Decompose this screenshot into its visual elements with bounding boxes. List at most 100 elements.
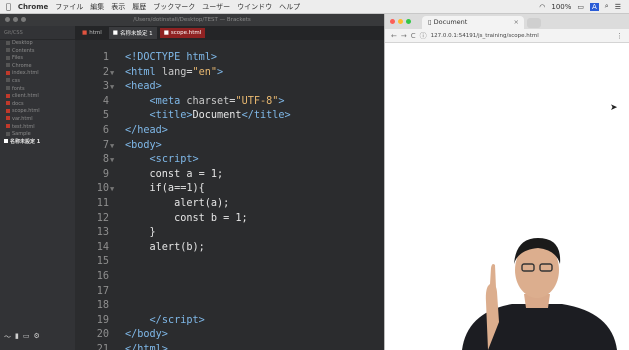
editor-tab[interactable]: ■ html <box>78 28 106 38</box>
editor-tab[interactable]: ■ scope.html <box>159 28 206 38</box>
file-tree-item[interactable]: fonts <box>0 86 75 94</box>
code-line: 13 } <box>75 227 384 239</box>
file-tree-item[interactable]: var.html <box>0 116 75 124</box>
code-text: </html> <box>125 344 168 350</box>
editor-tab-label: 名称未設定 1 <box>119 31 153 37</box>
file-tree-label: docs <box>12 100 24 107</box>
presenter-finger <box>490 264 496 288</box>
file-tree-item[interactable]: 名称未設定 1 <box>0 139 75 147</box>
menu-item-file[interactable]: ファイル <box>55 2 83 12</box>
menu-item-edit[interactable]: 編集 <box>90 2 104 12</box>
file-tree-item[interactable]: client.html <box>0 93 75 101</box>
file-tree-item[interactable]: Chrome <box>0 63 75 71</box>
chart-icon[interactable]: ▮ <box>15 332 19 342</box>
pulse-icon[interactable]: 〜 <box>4 332 11 342</box>
info-icon[interactable]: ⓘ <box>420 31 427 41</box>
browser-tab-title: Document <box>433 18 468 26</box>
presenter-video-overlay <box>462 238 617 350</box>
list-icon[interactable]: ☰ <box>615 3 621 11</box>
mouse-cursor-icon: ➤ <box>610 103 618 113</box>
menu-item-view[interactable]: 表示 <box>111 2 125 12</box>
code-line: 16 <box>75 271 384 283</box>
new-tab-button[interactable] <box>527 18 541 28</box>
browser-window-controls <box>390 19 411 24</box>
search-icon[interactable]: ⌕ <box>605 2 609 11</box>
line-number: 11 <box>96 198 109 209</box>
fold-arrow-icon[interactable]: ▼ <box>110 183 114 195</box>
line-number: 13 <box>96 227 109 239</box>
file-tree-label: test.html <box>12 123 35 130</box>
line-number: 20 <box>96 329 109 341</box>
code-text: <meta charset="UTF-8"> <box>149 95 285 107</box>
file-tree-item[interactable]: css <box>0 78 75 86</box>
file-tree-item[interactable]: Contents <box>0 48 75 56</box>
reload-icon[interactable]: C <box>411 32 416 40</box>
file-icon <box>6 40 10 45</box>
code-line: 11 alert(a); <box>75 198 384 210</box>
forward-icon[interactable]: → <box>401 32 407 40</box>
close-window-button[interactable] <box>5 17 10 22</box>
minimize-window-button[interactable] <box>13 17 18 22</box>
code-line: 7 ▼ <body> <box>75 140 384 152</box>
file-tree-label: Desktop <box>12 40 33 46</box>
line-number: 17 <box>96 285 109 297</box>
line-number: 21 <box>96 344 109 350</box>
fold-arrow-icon[interactable]: ▼ <box>110 81 114 93</box>
file-tree-item[interactable]: Files <box>0 55 75 63</box>
file-tree-item[interactable]: index.html <box>0 70 75 78</box>
line-number: 9 <box>102 168 109 180</box>
file-tree-label: Sample <box>12 131 31 138</box>
close-tab-icon[interactable]: × <box>514 16 519 29</box>
editor-tab-bar: ■ html ■ 名称未設定 1 ■ scope.html <box>75 26 384 40</box>
browser-close-button[interactable] <box>390 19 395 24</box>
code-editor[interactable]: 1 <!DOCTYPE html> 2 ▼ <html lang="en"> 3 ▼ <hea… <box>75 40 384 350</box>
code-text: const a = 1; <box>125 168 224 180</box>
menu-item-help[interactable]: ヘルプ <box>279 2 300 12</box>
code-line: 18 <box>75 300 384 312</box>
menu-item-user[interactable]: ユーザー <box>202 2 230 12</box>
file-type-icon: ■ <box>112 30 118 36</box>
browser-menu-icon[interactable]: ⋮ <box>616 32 623 40</box>
file-tree-item[interactable]: scope.html <box>0 108 75 116</box>
editor-tab[interactable]: ■ 名称未設定 1 <box>108 27 157 39</box>
browser-tab[interactable]: ▯ Document × <box>422 16 524 29</box>
file-tree-item[interactable]: test.html <box>0 124 75 132</box>
menu-app-name[interactable]: Chrome <box>18 3 48 11</box>
file-type-icon: ■ <box>163 30 169 36</box>
input-method-icon[interactable]: A <box>590 2 599 11</box>
browser-tab-strip: ▯ Document × <box>385 14 629 29</box>
code-text: } <box>125 227 156 239</box>
menu-item-bookmarks[interactable]: ブックマーク <box>153 2 195 12</box>
fold-arrow-icon[interactable]: ▼ <box>110 67 114 79</box>
editor-window: /Users/dotinstall/Desktop/TEST — Bracket… <box>0 14 384 350</box>
file-icon <box>6 93 10 98</box>
line-number: 14 <box>96 241 109 253</box>
code-line: 3 ▼ <head> <box>75 81 384 93</box>
browser-maximize-button[interactable] <box>406 19 411 24</box>
address-bar[interactable]: 127.0.0.1:54191/js_training/scope.html <box>431 33 539 39</box>
browser-toolbar: ← → C ⓘ 127.0.0.1:54191/js_training/scop… <box>385 29 629 43</box>
line-number: 2 <box>102 66 109 78</box>
presenter-body <box>462 304 617 350</box>
apple-icon[interactable]:  <box>6 2 11 11</box>
fold-arrow-icon[interactable]: ▼ <box>110 140 114 152</box>
maximize-window-button[interactable] <box>21 17 26 22</box>
file-tree-item[interactable]: Desktop <box>0 40 75 48</box>
file-icon <box>6 70 10 75</box>
fold-arrow-icon[interactable]: ▼ <box>110 154 114 166</box>
code-text: <body> <box>125 139 162 151</box>
file-tree-item[interactable]: Sample <box>0 131 75 139</box>
line-number: 8 <box>102 154 109 166</box>
settings-icon[interactable]: ⚙ <box>33 332 39 342</box>
file-icon <box>6 48 10 53</box>
battery-icon[interactable]: ▭ <box>577 3 584 11</box>
menu-item-window[interactable]: ウインドウ <box>237 2 272 12</box>
sidebar-header[interactable]: Git/CSS <box>0 26 75 40</box>
folder-icon[interactable]: ▭ <box>23 332 30 342</box>
menu-item-history[interactable]: 履歴 <box>132 2 146 12</box>
file-tree-item[interactable]: docs <box>0 101 75 109</box>
code-line: 12 const b = 1; <box>75 213 384 225</box>
back-icon[interactable]: ← <box>391 32 397 40</box>
browser-minimize-button[interactable] <box>398 19 403 24</box>
wifi-icon[interactable]: ◠ <box>539 3 545 11</box>
